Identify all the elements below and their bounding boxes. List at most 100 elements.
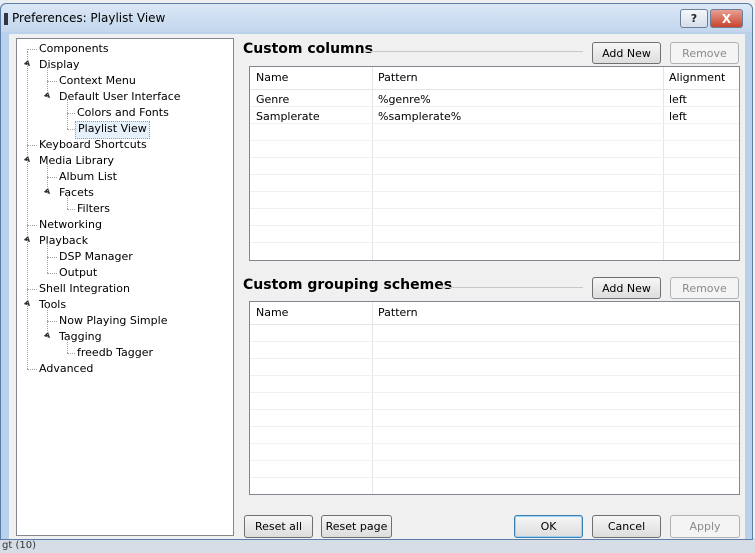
tree-connector [27, 145, 37, 146]
tree-item[interactable]: Facets [17, 185, 231, 201]
table-cell[interactable]: left [663, 91, 687, 108]
tree-item[interactable]: Colors and Fonts [17, 105, 231, 121]
tree-item-label: Tagging [59, 330, 102, 343]
tree-item[interactable]: Media Library [17, 153, 231, 169]
tree-item[interactable]: DSP Manager [17, 249, 231, 265]
grid-line [250, 208, 739, 209]
column-header[interactable]: Alignment [663, 67, 725, 89]
tree-connector-vertical [67, 339, 68, 353]
tree-item-label: Album List [59, 170, 117, 183]
table-cell[interactable]: Genre [250, 91, 289, 108]
expander-triangle-icon[interactable] [23, 155, 33, 165]
tree-item-label: Filters [77, 202, 110, 215]
tree-connector-vertical [27, 51, 28, 369]
custom-columns-list[interactable]: Name Pattern Alignment Genre %genre% left Samp… [249, 66, 740, 261]
column-separator [372, 302, 373, 494]
tree-item[interactable]: Filters [17, 201, 231, 217]
app-icon [4, 13, 8, 25]
table-cell[interactable]: %samplerate% [372, 108, 461, 125]
tree-item[interactable]: Tagging [17, 329, 231, 345]
preferences-tree[interactable]: Components Display Context Menu Default Use… [16, 38, 234, 536]
tree-item[interactable]: Keyboard Shortcuts [17, 137, 231, 153]
custom-columns-remove-button[interactable]: Remove [670, 42, 739, 64]
grid-line [250, 409, 739, 410]
reset-all-button[interactable]: Reset all [244, 515, 313, 538]
custom-columns-divider [364, 51, 583, 52]
tree-item[interactable]: Playback [17, 233, 231, 249]
tree-item-label: Default User Interface [59, 90, 181, 103]
cancel-button[interactable]: Cancel [592, 515, 661, 538]
custom-columns-heading: Custom columns [243, 41, 373, 57]
tree-item-label: Context Menu [59, 74, 136, 87]
grouping-add-new-button[interactable]: Add New [592, 277, 661, 299]
table-cell[interactable]: Samplerate [250, 108, 320, 125]
tree-item-label: Output [59, 266, 98, 279]
expander-triangle-icon[interactable] [43, 91, 53, 101]
tree-item[interactable]: freedb Tagger [17, 345, 231, 361]
tree-item[interactable]: Advanced [17, 361, 231, 377]
column-header[interactable]: Pattern [372, 67, 418, 89]
help-icon: ? [690, 12, 698, 25]
tree-item[interactable]: Display [17, 57, 231, 73]
ok-button[interactable]: OK [514, 515, 583, 538]
custom-columns-add-new-button[interactable]: Add New [592, 42, 661, 64]
grouping-schemes-divider [439, 287, 583, 288]
column-header[interactable]: Name [250, 302, 288, 324]
expander-triangle-icon[interactable] [23, 299, 33, 309]
tree-item-label: Keyboard Shortcuts [39, 138, 147, 151]
tree-item[interactable]: Context Menu [17, 73, 231, 89]
tree-connector [27, 225, 37, 226]
tree-item-label: Facets [59, 186, 94, 199]
grid-line [250, 225, 739, 226]
tree-item[interactable]: Album List [17, 169, 231, 185]
help-button[interactable]: ? [680, 9, 708, 28]
tree-item[interactable]: Output [17, 265, 231, 281]
tree-connector [27, 289, 37, 290]
tree-item[interactable]: Playlist View [17, 121, 231, 139]
grid-line [250, 140, 739, 141]
expander-triangle-icon[interactable] [23, 59, 33, 69]
table-cell[interactable]: %genre% [372, 91, 431, 108]
close-button[interactable]: X [710, 9, 743, 28]
tree-connector [27, 369, 37, 370]
grid-line [250, 242, 739, 243]
column-header[interactable]: Name [250, 67, 288, 89]
tree-connector [47, 177, 57, 178]
grid-line [250, 460, 739, 461]
grouping-schemes-heading: Custom grouping schemes [243, 277, 453, 293]
tree-connector [47, 321, 57, 322]
title-bar[interactable]: Preferences: Playlist View ? X [1, 4, 752, 32]
tree-item[interactable]: Shell Integration [17, 281, 231, 297]
expander-triangle-icon[interactable] [43, 331, 53, 341]
grid-line [250, 443, 739, 444]
tree-item-label: Advanced [39, 362, 94, 375]
tree-item-label: DSP Manager [59, 250, 133, 263]
tree-item[interactable]: Tools [17, 297, 231, 313]
tree-connector [67, 209, 75, 210]
tree-item-label: Components [39, 42, 109, 55]
table-cell[interactable]: left [663, 108, 687, 125]
tree-item-label: Media Library [39, 154, 114, 167]
grid-line [250, 191, 739, 192]
tree-item[interactable]: Networking [17, 217, 231, 233]
grid-line [250, 375, 739, 376]
dialog-client-area: Components Display Context Menu Default Use… [9, 34, 745, 539]
tree-connector-vertical [47, 67, 48, 97]
tree-connector-vertical [47, 307, 48, 337]
tree-connector-vertical [67, 99, 68, 129]
grouping-remove-button[interactable]: Remove [670, 277, 739, 299]
expander-triangle-icon[interactable] [43, 187, 53, 197]
grouping-schemes-list[interactable]: Name Pattern [249, 301, 740, 495]
tree-item-label: Shell Integration [39, 282, 130, 295]
column-header[interactable]: Pattern [372, 302, 418, 324]
tree-connector [67, 353, 75, 354]
tree-item[interactable]: Components [17, 41, 231, 57]
expander-triangle-icon[interactable] [23, 235, 33, 245]
apply-button[interactable]: Apply [670, 515, 740, 538]
tree-item[interactable]: Now Playing Simple [17, 313, 231, 329]
tree-item[interactable]: Default User Interface [17, 89, 231, 105]
reset-page-button[interactable]: Reset page [321, 515, 392, 538]
list-header: Name Pattern [250, 302, 739, 325]
tree-item-label: Colors and Fonts [77, 106, 169, 119]
window-title: Preferences: Playlist View [12, 11, 166, 25]
